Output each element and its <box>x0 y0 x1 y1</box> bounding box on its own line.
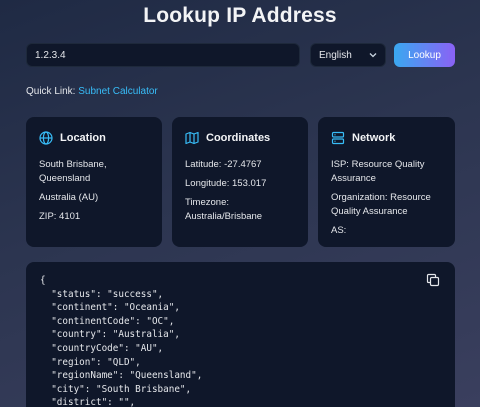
coordinates-latitude: Latitude: -27.4767 <box>185 159 262 170</box>
network-organization: Organization: Resource Quality Assurance <box>331 192 431 217</box>
coordinates-card: Coordinates Latitude: -27.4767 Longitude… <box>172 117 308 247</box>
network-card: Network ISP: Resource Quality Assurance … <box>318 117 455 247</box>
ip-address-input[interactable] <box>26 43 300 67</box>
quick-link-row: Quick Link: Subnet Calculator <box>26 86 158 97</box>
quick-link-label: Quick Link: <box>26 86 76 97</box>
location-country: Australia (AU) <box>39 192 99 203</box>
location-zip: ZIP: 4101 <box>39 211 81 222</box>
json-output: { "status": "success", "continent": "Oce… <box>26 262 455 407</box>
coordinates-timezone: Timezone: Australia/Brisbane <box>185 197 263 222</box>
location-card-title: Location <box>60 132 106 144</box>
network-card-title: Network <box>352 132 396 144</box>
chevron-down-icon <box>369 51 377 60</box>
lookup-button[interactable]: Lookup <box>394 43 455 67</box>
location-city-region: South Brisbane, Queensland <box>39 159 107 184</box>
language-select-value: English <box>319 49 352 61</box>
location-card: Location South Brisbane, Queensland Aust… <box>26 117 162 247</box>
subnet-calculator-link[interactable]: Subnet Calculator <box>78 86 158 97</box>
coordinates-longitude: Longitude: 153.017 <box>185 178 267 189</box>
network-isp: ISP: Resource Quality Assurance <box>331 159 425 184</box>
globe-icon <box>39 131 53 145</box>
page-title: Lookup IP Address <box>143 4 337 27</box>
coordinates-card-title: Coordinates <box>206 132 271 144</box>
network-as: AS: <box>331 225 347 236</box>
server-icon <box>331 131 345 145</box>
map-icon <box>185 131 199 145</box>
copy-icon[interactable] <box>425 272 441 288</box>
language-select[interactable]: English <box>310 43 386 67</box>
